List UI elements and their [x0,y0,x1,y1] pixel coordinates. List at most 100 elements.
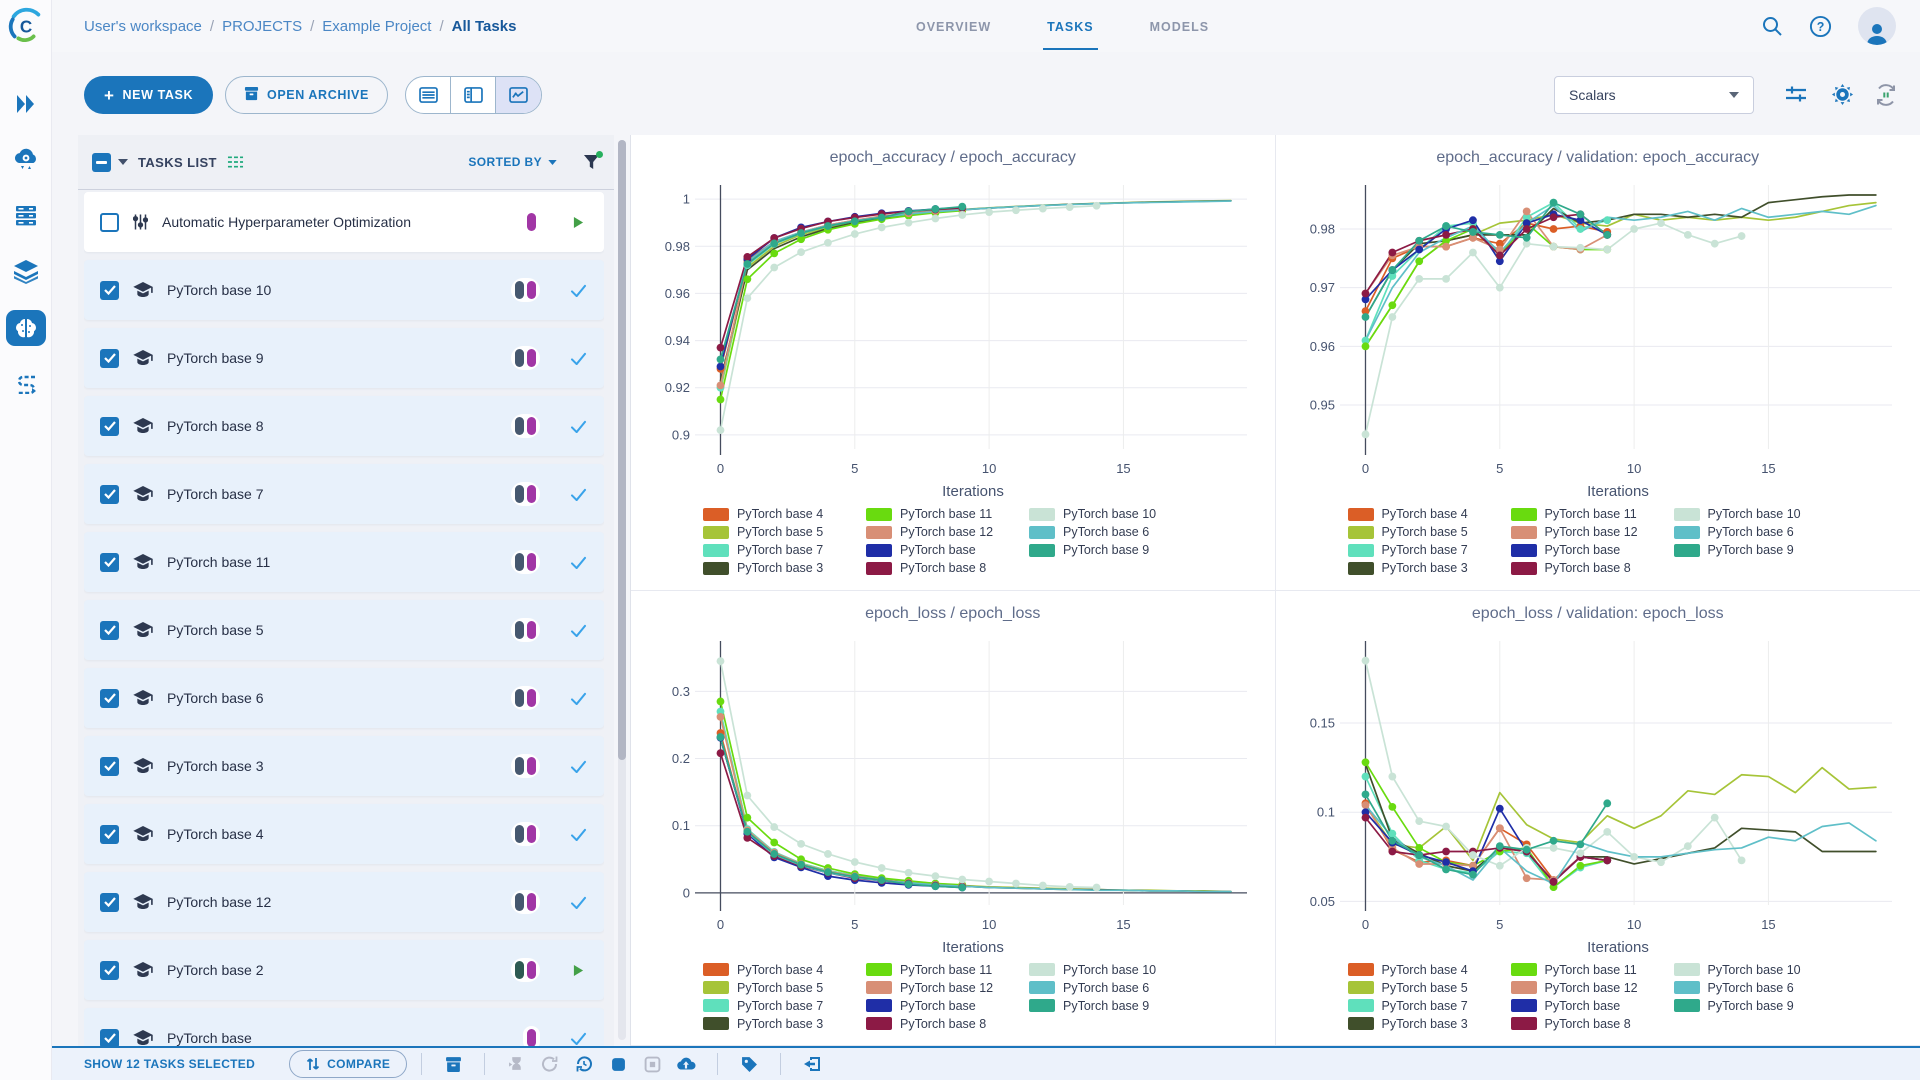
select-mode-caret-icon[interactable] [118,159,128,165]
legend-item[interactable]: PyTorch base 9 [1673,997,1837,1015]
task-row[interactable]: PyTorch base 2 [84,940,604,1000]
legend-item[interactable]: PyTorch base 12 [866,523,1029,541]
legend-item[interactable]: PyTorch base 11 [1510,961,1674,979]
task-row[interactable]: PyTorch base 8 [84,396,604,456]
move-to-project-icon[interactable] [795,1056,829,1072]
legend-item[interactable]: PyTorch base 5 [1347,979,1511,997]
legend-item[interactable]: PyTorch base 6 [1029,979,1192,997]
details-view-icon[interactable] [451,77,496,113]
legend-item[interactable]: PyTorch base 7 [703,997,866,1015]
legend-item[interactable]: PyTorch base 10 [1029,505,1192,523]
new-task-button[interactable]: + NEW TASK [84,76,214,114]
legend-item[interactable]: PyTorch base 4 [703,505,866,523]
compare-button[interactable]: COMPARE [289,1050,408,1078]
task-row[interactable]: PyTorch base 5 [84,600,604,660]
legend-item[interactable]: PyTorch base 5 [1347,523,1511,541]
task-row[interactable]: PyTorch base 6 [84,668,604,728]
compare-plots-view-icon[interactable] [496,77,541,113]
expand-sidebar-icon[interactable] [6,86,46,122]
legend-item[interactable]: PyTorch base 3 [1347,559,1511,577]
legend-item[interactable]: PyTorch base 11 [866,961,1029,979]
legend-item[interactable]: PyTorch base 12 [1510,979,1674,997]
legend-item[interactable]: PyTorch base 9 [1029,541,1192,559]
tab-tasks[interactable]: TASKS [1043,3,1098,50]
filter-icon[interactable] [583,151,603,170]
legend-item[interactable]: PyTorch base 10 [1029,961,1192,979]
tab-models[interactable]: MODELS [1146,3,1213,50]
legend-item[interactable]: PyTorch base 3 [703,1015,866,1033]
tune-settings-icon[interactable] [1784,83,1808,110]
legend-item[interactable]: PyTorch base [866,541,1029,559]
user-avatar[interactable] [1858,7,1896,45]
datasets-icon[interactable] [6,254,46,290]
breadcrumb-current[interactable]: All Tasks [452,18,517,35]
chart-plot[interactable]: 0.90.920.940.960.9810 5 10 15Iterations [641,173,1265,505]
clearml-logo[interactable]: C [0,0,52,52]
legend-item[interactable]: PyTorch base 6 [1029,523,1192,541]
help-icon[interactable]: ? [1809,15,1832,38]
task-checkbox[interactable] [100,688,119,708]
legend-item[interactable]: PyTorch base 6 [1673,979,1837,997]
task-checkbox[interactable] [100,348,119,368]
table-view-icon[interactable] [406,77,451,113]
projects-icon[interactable] [5,310,46,346]
show-selected-button[interactable]: SHOW 12 TASKS SELECTED [84,1057,255,1071]
breadcrumb-projects[interactable]: PROJECTS [222,18,302,35]
task-row[interactable]: Automatic Hyperparameter Optimization [84,192,604,252]
legend-item[interactable]: PyTorch base 9 [1673,541,1837,559]
select-all-checkbox[interactable] [92,152,111,172]
queues-icon[interactable] [6,198,46,234]
add-tag-icon[interactable] [732,1056,766,1073]
task-checkbox[interactable] [100,892,119,912]
metric-selector-dropdown[interactable]: Scalars [1554,76,1754,114]
sorted-by-button[interactable]: SORTED BY [468,155,557,169]
legend-item[interactable]: PyTorch base 8 [1510,559,1674,577]
gear-icon[interactable] [1831,83,1854,111]
breadcrumb-project[interactable]: Example Project [322,18,431,35]
tab-overview[interactable]: OVERVIEW [912,3,995,50]
legend-item[interactable]: PyTorch base 8 [866,1015,1029,1033]
task-checkbox[interactable] [100,824,119,844]
task-row[interactable]: PyTorch base 4 [84,804,604,864]
legend-item[interactable]: PyTorch base 6 [1673,523,1837,541]
customize-columns-icon[interactable] [227,154,244,170]
task-row[interactable]: PyTorch base 3 [84,736,604,796]
legend-item[interactable]: PyTorch base 4 [1347,961,1511,979]
task-row[interactable]: PyTorch base 7 [84,464,604,524]
task-checkbox[interactable] [100,1028,119,1048]
legend-item[interactable]: PyTorch base 4 [1347,505,1511,523]
legend-item[interactable]: PyTorch base [1510,541,1674,559]
legend-item[interactable]: PyTorch base 3 [703,559,866,577]
task-row[interactable]: PyTorch base 11 [84,532,604,592]
task-row[interactable]: PyTorch base 9 [84,328,604,388]
chart-plot[interactable]: 0.05 0.1 0.15 0 5 10 15 Iterations [1286,629,1910,961]
legend-item[interactable]: PyTorch base 8 [1510,1015,1674,1033]
task-checkbox[interactable] [100,280,119,300]
legend-item[interactable]: PyTorch base 7 [1347,541,1511,559]
breadcrumb-workspace[interactable]: User's workspace [84,18,202,35]
legend-item[interactable]: PyTorch base 5 [703,523,866,541]
task-checkbox[interactable] [100,212,119,232]
reset-icon[interactable] [567,1055,601,1073]
legend-item[interactable]: PyTorch base 11 [866,505,1029,523]
legend-item[interactable]: PyTorch base [866,997,1029,1015]
legend-item[interactable]: PyTorch base 8 [866,559,1029,577]
pipelines-icon[interactable] [6,366,46,402]
legend-item[interactable]: PyTorch base 10 [1673,505,1837,523]
task-checkbox[interactable] [100,552,119,572]
legend-item[interactable]: PyTorch base 7 [703,541,866,559]
legend-item[interactable]: PyTorch base 12 [866,979,1029,997]
workers-icon[interactable] [6,142,46,178]
legend-item[interactable]: PyTorch base 3 [1347,1015,1511,1033]
task-row[interactable]: PyTorch base 12 [84,872,604,932]
abort-icon[interactable] [601,1057,635,1072]
task-checkbox[interactable] [100,756,119,776]
chart-plot[interactable]: 0.95 0.96 0.97 0.98 0 5 10 15 Iterations [1286,173,1910,505]
auto-refresh-icon[interactable] [1874,83,1898,112]
task-checkbox[interactable] [100,960,119,980]
legend-item[interactable]: PyTorch base 5 [703,979,866,997]
task-checkbox[interactable] [100,484,119,504]
task-checkbox[interactable] [100,416,119,436]
legend-item[interactable]: PyTorch base 10 [1673,961,1837,979]
legend-item[interactable]: PyTorch base 9 [1029,997,1192,1015]
